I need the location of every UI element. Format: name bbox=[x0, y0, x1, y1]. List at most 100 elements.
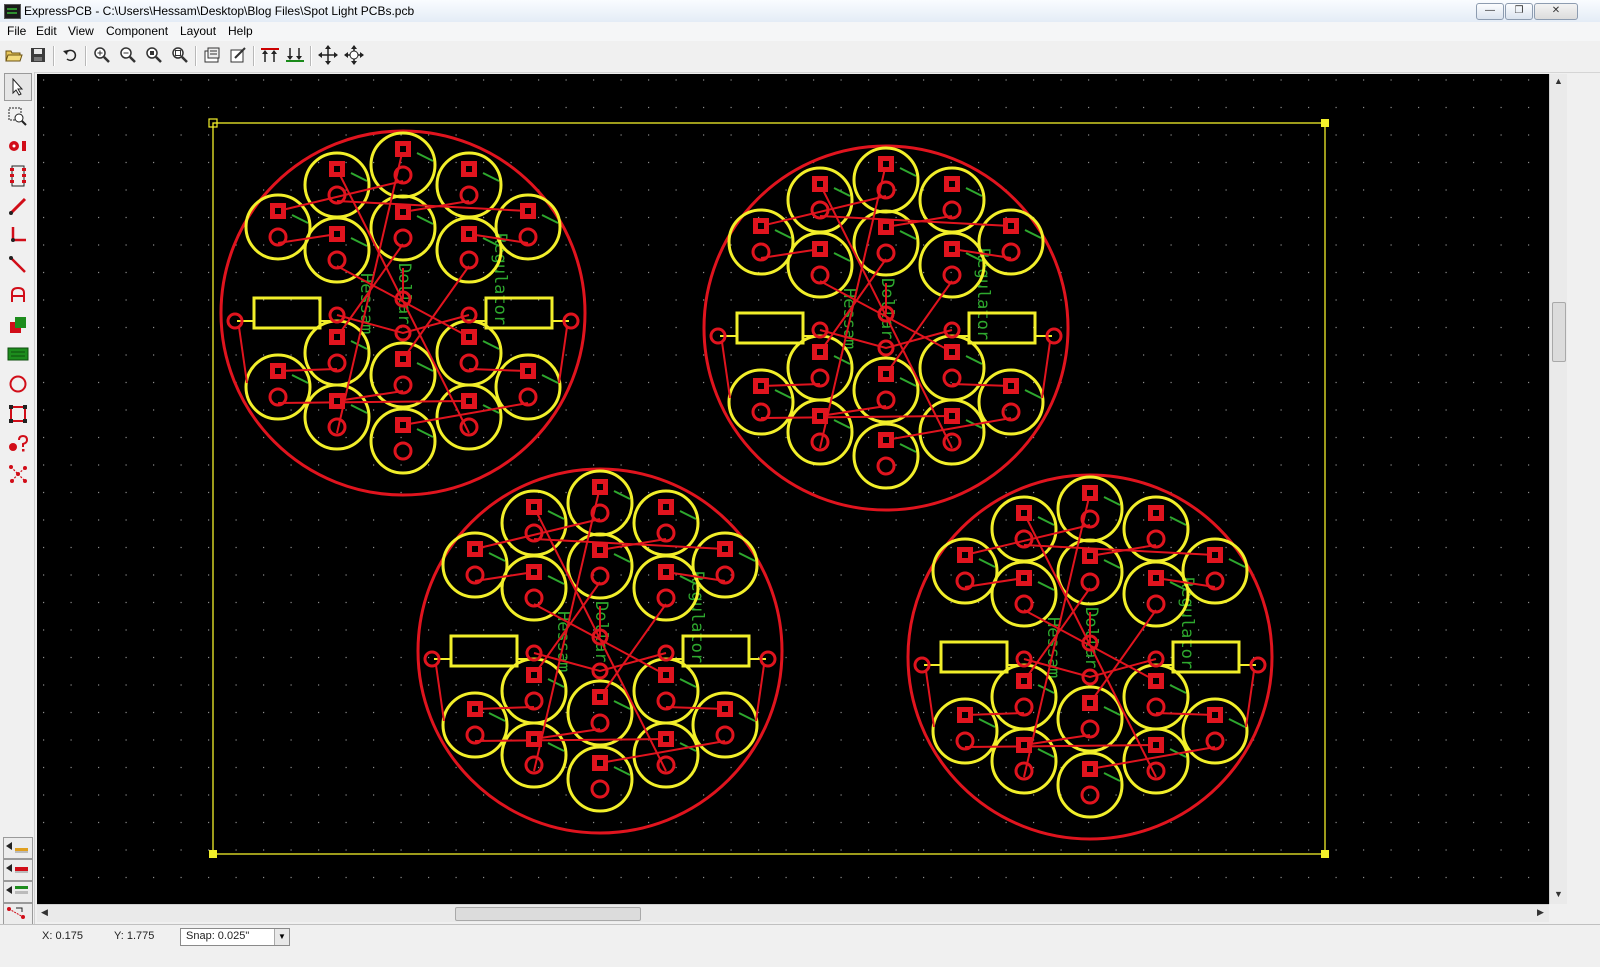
pad-hole bbox=[663, 504, 669, 510]
copper-trace bbox=[1155, 712, 1216, 716]
menu-layout[interactable]: Layout bbox=[180, 24, 216, 38]
menu-help[interactable]: Help bbox=[228, 24, 253, 38]
pad-hole bbox=[334, 166, 340, 172]
restore-button[interactable]: ❐ bbox=[1505, 3, 1533, 20]
copper-trace bbox=[474, 706, 535, 710]
zoom-window-icon bbox=[146, 47, 162, 63]
top-copper-layer-button[interactable] bbox=[3, 837, 33, 859]
zoom-fit-button[interactable] bbox=[169, 44, 191, 66]
silk-tick bbox=[416, 428, 434, 438]
undo-button[interactable] bbox=[59, 44, 81, 66]
pad-hole bbox=[1008, 383, 1014, 389]
rotate-button[interactable] bbox=[343, 44, 365, 66]
horizontal-scroll-thumb[interactable] bbox=[455, 907, 641, 921]
place-text-tool[interactable] bbox=[4, 281, 32, 309]
zoom-in-button[interactable] bbox=[91, 44, 113, 66]
move-button[interactable] bbox=[317, 44, 339, 66]
open-button[interactable] bbox=[3, 44, 25, 66]
bottom-copper-layer-button[interactable] bbox=[3, 859, 33, 881]
copper-trace bbox=[665, 706, 726, 710]
copper-trace bbox=[277, 368, 338, 372]
place-corner-tool[interactable] bbox=[4, 221, 32, 249]
component-query-tool[interactable] bbox=[4, 430, 32, 458]
pcb-drawing[interactable]: HessamDollarRegulatorHessamDollarRegulat… bbox=[37, 74, 1549, 904]
pad-hole bbox=[466, 166, 472, 172]
toolbar bbox=[0, 41, 1600, 73]
silk-tick bbox=[774, 389, 792, 399]
place-pad-tool[interactable] bbox=[4, 132, 32, 160]
resistor-outline bbox=[735, 311, 805, 345]
move-icon bbox=[318, 45, 338, 65]
zoom-select-icon bbox=[8, 107, 27, 126]
zoom-select-tool[interactable] bbox=[4, 103, 32, 131]
menu-edit[interactable]: Edit bbox=[36, 24, 57, 38]
place-trace-icon bbox=[9, 197, 27, 215]
save-button[interactable] bbox=[27, 44, 49, 66]
pad-hole bbox=[663, 736, 669, 742]
window-title: ExpressPCB - C:\Users\Hessam\Desktop\Blo… bbox=[24, 4, 415, 18]
filled-plane-tool[interactable] bbox=[4, 311, 32, 339]
copper-trace bbox=[964, 524, 1091, 556]
bottom-layer-button[interactable] bbox=[284, 44, 306, 66]
ground-plane-tool[interactable] bbox=[4, 340, 32, 368]
chevron-down-icon[interactable]: ▼ bbox=[274, 929, 289, 945]
close-icon: ✕ bbox=[1551, 5, 1561, 16]
pad-hole bbox=[466, 231, 472, 237]
pad-hole bbox=[962, 552, 968, 558]
vertical-scrollbar[interactable]: ▲ ▼ bbox=[1549, 74, 1567, 904]
place-line-tool[interactable] bbox=[4, 251, 32, 279]
round-pad bbox=[656, 523, 676, 543]
place-trace-tool[interactable] bbox=[4, 192, 32, 220]
copper-trace bbox=[533, 538, 726, 550]
top-layer-button[interactable] bbox=[259, 44, 281, 66]
properties-button[interactable] bbox=[201, 44, 223, 66]
round-pad bbox=[524, 588, 544, 608]
round-pad bbox=[1146, 594, 1166, 614]
zoom-window-button[interactable] bbox=[143, 44, 165, 66]
silk-tick bbox=[899, 377, 917, 387]
pad-hole bbox=[597, 694, 603, 700]
silk-tick bbox=[613, 766, 631, 776]
zoom-in-icon bbox=[94, 47, 110, 63]
netlist-layer-button[interactable] bbox=[3, 903, 33, 925]
silk-tick bbox=[482, 340, 500, 350]
scroll-right-icon[interactable]: ▶ bbox=[1533, 905, 1548, 922]
rectangle-tool[interactable] bbox=[4, 400, 32, 428]
horizontal-scrollbar[interactable]: ◀ ▶ bbox=[37, 904, 1549, 922]
bottom-layer-icon bbox=[286, 48, 304, 62]
filled-plane-icon bbox=[10, 317, 26, 333]
silkscreen-layer-button[interactable] bbox=[3, 881, 33, 903]
silk-tick bbox=[541, 374, 559, 384]
close-button[interactable]: ✕ bbox=[1534, 3, 1578, 20]
pad-hole bbox=[1021, 742, 1027, 748]
silk-tick bbox=[679, 510, 697, 520]
round-pad bbox=[590, 779, 610, 799]
pcb-canvas[interactable]: HessamDollarRegulatorHessamDollarRegulat… bbox=[37, 74, 1549, 904]
place-text-icon bbox=[11, 286, 25, 302]
status-bar: X: 0.175 Y: 1.775 Snap: 0.025" ▼ bbox=[0, 924, 1600, 967]
silk-tick bbox=[1103, 559, 1121, 569]
minimize-button[interactable]: — bbox=[1476, 3, 1504, 20]
pad-hole bbox=[817, 349, 823, 355]
snap-dropdown[interactable]: Snap: 0.025" ▼ bbox=[180, 928, 290, 946]
silk-tick bbox=[679, 678, 697, 688]
pad-hole bbox=[531, 736, 537, 742]
scroll-down-icon[interactable]: ▼ bbox=[1550, 887, 1567, 902]
edit-button[interactable] bbox=[227, 44, 249, 66]
pad-hole bbox=[663, 569, 669, 575]
pad-hole bbox=[883, 437, 889, 443]
netlist-tool[interactable] bbox=[4, 460, 32, 488]
pointer-tool[interactable] bbox=[4, 73, 32, 101]
place-component-tool[interactable] bbox=[4, 162, 32, 190]
vertical-scroll-thumb[interactable] bbox=[1552, 302, 1566, 362]
scroll-up-icon[interactable]: ▲ bbox=[1550, 74, 1567, 89]
menu-view[interactable]: View bbox=[68, 24, 94, 38]
menu-file[interactable]: File bbox=[7, 24, 26, 38]
round-pad bbox=[1080, 785, 1100, 805]
zoom-out-button[interactable] bbox=[117, 44, 139, 66]
round-pad bbox=[590, 713, 610, 733]
circle-tool[interactable] bbox=[4, 370, 32, 398]
scroll-left-icon[interactable]: ◀ bbox=[37, 905, 52, 922]
pad-hole bbox=[1087, 700, 1093, 706]
menu-component[interactable]: Component bbox=[106, 24, 168, 38]
